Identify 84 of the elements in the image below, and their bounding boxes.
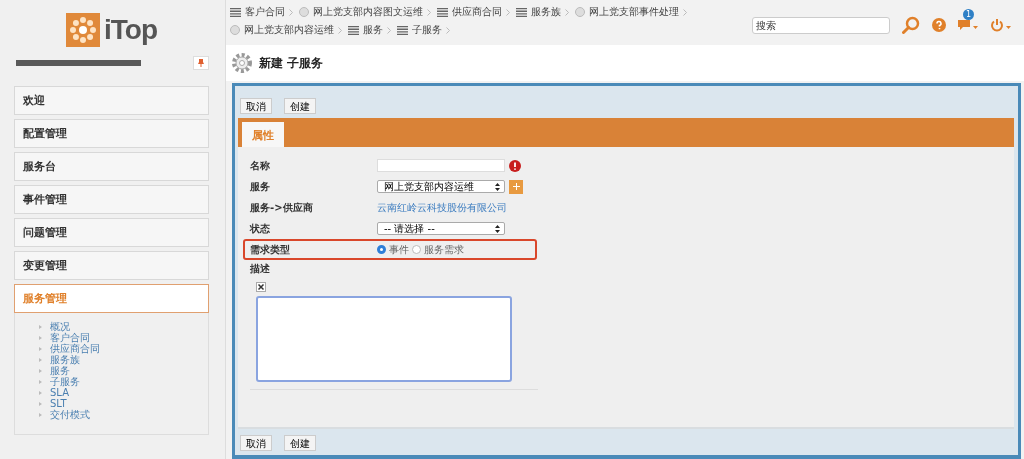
- description-field[interactable]: [256, 296, 512, 382]
- submenu-link[interactable]: 子服务: [50, 376, 80, 387]
- bullet-icon: [39, 401, 42, 406]
- field-label: 名称: [250, 158, 271, 173]
- list-icon: [230, 7, 241, 17]
- chevron-icon: [565, 8, 569, 16]
- sort-arrows-icon: [495, 182, 500, 191]
- menu-item[interactable]: 服务台: [14, 152, 209, 181]
- submenu-link[interactable]: 客户合同: [50, 332, 90, 343]
- chevron-icon: [506, 8, 510, 16]
- submenu-link[interactable]: 服务族: [50, 354, 80, 365]
- bullet-icon: [39, 412, 42, 417]
- field-label: 描述: [250, 262, 271, 276]
- bullet-icon: [39, 368, 42, 373]
- menu-item[interactable]: 问题管理: [14, 218, 209, 247]
- chevron-icon: [683, 8, 687, 16]
- bullet-icon: [39, 335, 42, 340]
- bullet-icon: [39, 379, 42, 384]
- submenu-link[interactable]: SLA: [50, 387, 69, 398]
- chevron-icon: [338, 26, 342, 34]
- value-link[interactable]: 云南红岭云科技股份有限公司: [377, 200, 507, 215]
- logo-text: iTop: [104, 14, 157, 46]
- pin-icon: [198, 59, 204, 67]
- field-label: 需求类型: [250, 242, 291, 257]
- form-button[interactable]: 取消: [240, 98, 272, 114]
- bullet-icon: [39, 390, 42, 395]
- circle-icon: [230, 25, 240, 35]
- chevron-icon: [427, 8, 431, 16]
- menu-item[interactable]: 事件管理: [14, 185, 209, 214]
- help-icon[interactable]: [932, 18, 946, 32]
- chevron-icon: [446, 26, 450, 34]
- page-title: 新建 子服务: [259, 54, 324, 72]
- breadcrumb-link[interactable]: 客户合同: [245, 5, 285, 19]
- submenu-link[interactable]: 供应商合同: [50, 343, 100, 354]
- list-icon: [397, 25, 408, 35]
- radio-button[interactable]: [412, 245, 421, 254]
- logo-icon: [66, 13, 100, 47]
- select-field[interactable]: 网上党支部内容运维: [377, 180, 505, 193]
- bullet-icon: [39, 346, 42, 351]
- breadcrumb-link[interactable]: 供应商合同: [452, 5, 502, 19]
- chevron-icon: [387, 26, 391, 34]
- submenu-link[interactable]: 服务: [50, 365, 70, 376]
- breadcrumb-link[interactable]: 网上党支部内容运维: [244, 23, 334, 37]
- form-button[interactable]: 创建: [284, 435, 316, 451]
- power-icon[interactable]: [990, 18, 1012, 32]
- chat-icon[interactable]: [958, 18, 978, 32]
- form-button[interactable]: 取消: [240, 435, 272, 451]
- breadcrumb-link[interactable]: 网上党支部内容图文运维: [313, 5, 423, 19]
- bullet-icon: [39, 357, 42, 362]
- breadcrumb-link[interactable]: 网上党支部事件处理: [589, 5, 679, 19]
- breadcrumb-link[interactable]: 服务族: [531, 5, 561, 19]
- list-icon: [516, 7, 527, 17]
- add-button[interactable]: [509, 179, 523, 194]
- menu-item[interactable]: 欢迎: [14, 86, 209, 115]
- submenu-link[interactable]: SLT: [50, 398, 67, 409]
- gear-icon: [231, 52, 253, 74]
- sort-arrows-icon: [495, 224, 500, 233]
- text-field[interactable]: [377, 159, 505, 172]
- field-label: 状态: [250, 221, 271, 236]
- field-label: 服务: [250, 179, 271, 194]
- pin-button[interactable]: [193, 56, 209, 70]
- select-field[interactable]: -- 请选择 --: [377, 222, 505, 235]
- breadcrumb-link[interactable]: 服务: [363, 23, 383, 37]
- submenu-link[interactable]: 交付模式: [50, 409, 90, 420]
- field-label: 服务->供应商: [250, 200, 314, 215]
- broken-image-icon: [256, 282, 266, 292]
- submenu-link[interactable]: 概况: [50, 321, 70, 332]
- bullet-icon: [39, 324, 42, 329]
- menu-item[interactable]: 配置管理: [14, 119, 209, 148]
- breadcrumb-link[interactable]: 子服务: [412, 23, 442, 37]
- search-icon[interactable]: [902, 16, 920, 34]
- radio-label: 事件: [389, 242, 409, 257]
- notification-badge: 1: [963, 9, 975, 20]
- radio-label: 服务需求: [424, 242, 464, 257]
- radio-button[interactable]: [377, 245, 386, 254]
- circle-icon: [299, 7, 309, 17]
- search-field[interactable]: 搜索: [752, 16, 890, 34]
- menu-item[interactable]: 变更管理: [14, 251, 209, 280]
- circle-icon: [575, 7, 585, 17]
- list-icon: [437, 7, 448, 17]
- plus-icon: [512, 183, 520, 190]
- list-icon: [348, 25, 359, 35]
- chevron-icon: [289, 8, 293, 16]
- form-button[interactable]: 创建: [284, 98, 316, 114]
